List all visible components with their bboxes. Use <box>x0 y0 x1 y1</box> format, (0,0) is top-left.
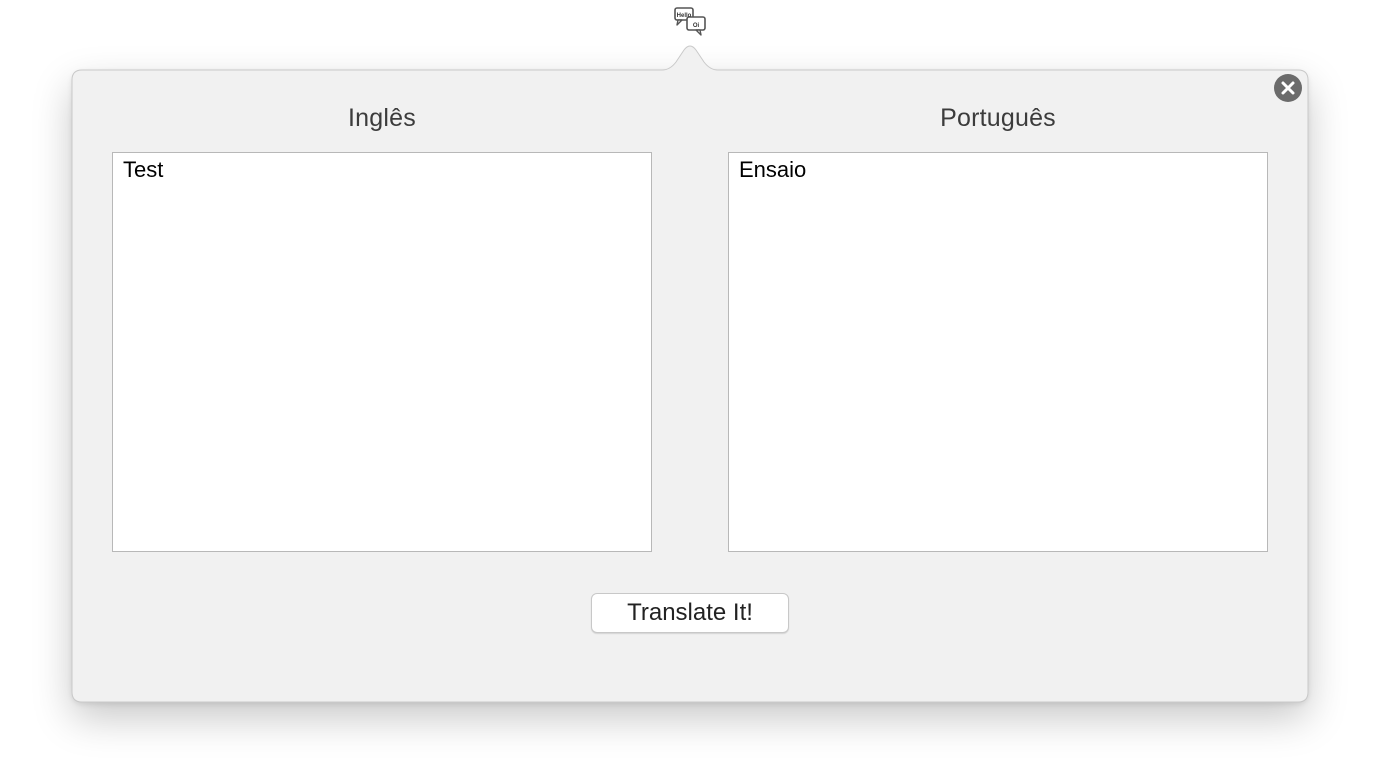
target-text-output[interactable]: Ensaio <box>728 152 1268 552</box>
source-language-title: Inglês <box>348 104 416 132</box>
target-language-title: Português <box>940 104 1056 132</box>
source-text-input[interactable]: Test <box>112 152 652 552</box>
translate-button[interactable]: Translate It! <box>591 593 789 633</box>
close-circle-icon <box>1281 81 1295 95</box>
close-button[interactable] <box>1274 74 1302 102</box>
